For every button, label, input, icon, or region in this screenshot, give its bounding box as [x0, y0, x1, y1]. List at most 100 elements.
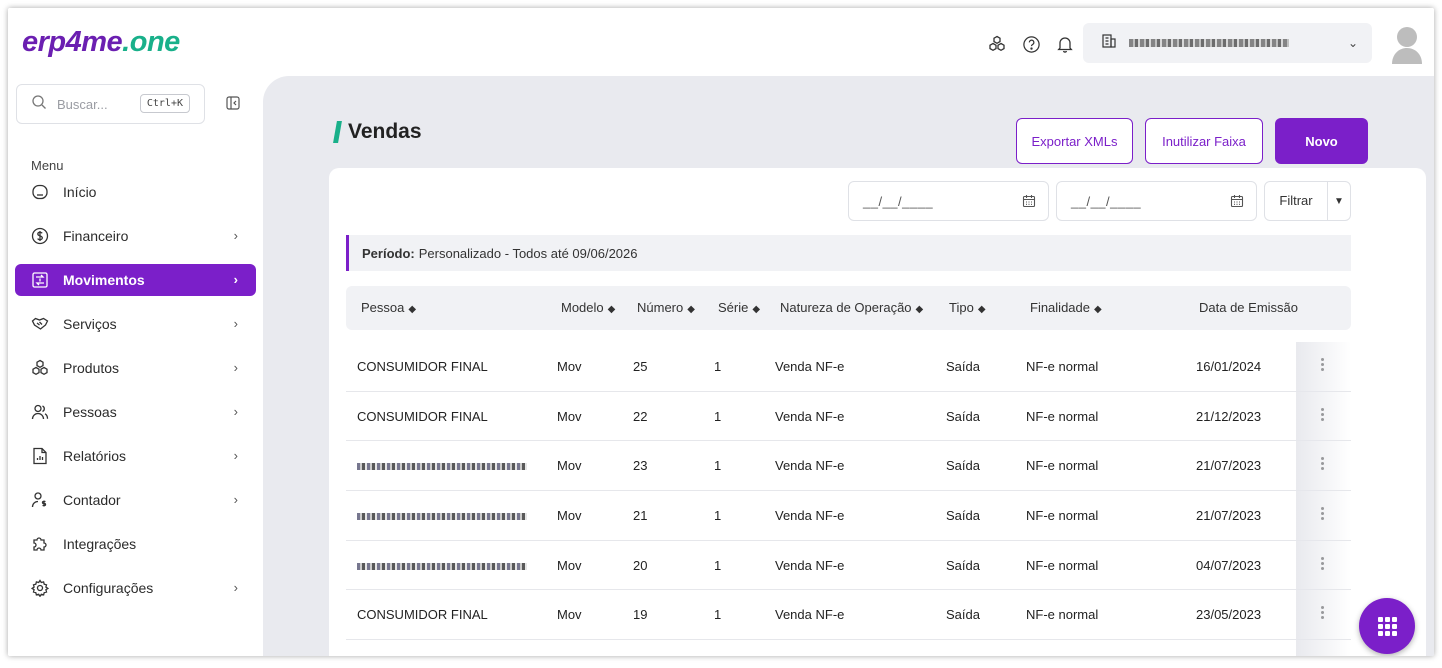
cell-serie: 1 [714, 458, 722, 474]
column-header-finalidade[interactable]: Finalidade ◆ [1030, 300, 1102, 315]
chevron-right-icon: › [233, 404, 238, 419]
sidebar-item-label: Integrações [63, 536, 137, 552]
sidebar-item-relatorios[interactable]: Relatórios › [15, 440, 256, 472]
gear-icon [31, 579, 49, 597]
row-actions-kebab-icon[interactable] [1321, 606, 1325, 621]
row-actions-kebab-icon[interactable] [1321, 556, 1325, 572]
cell-data: 23/05/2023 [1196, 607, 1262, 623]
column-header-serie[interactable]: Série ◆ [718, 300, 760, 315]
apps-fab-button[interactable] [1359, 598, 1415, 654]
chevron-right-icon: › [233, 228, 238, 243]
dollar-icon [31, 227, 49, 245]
column-header-modelo[interactable]: Modelo ◆ [561, 300, 615, 315]
cell-serie: 1 [714, 557, 722, 573]
company-selector[interactable]: ⌄ [1083, 23, 1372, 63]
cell-finalidade: NF-e normal [1026, 607, 1099, 623]
users-icon [31, 403, 49, 421]
sidebar-item-servicos[interactable]: Serviços › [15, 308, 256, 340]
page-title-text: Vendas [348, 120, 422, 143]
sidebar-item-configuracoes[interactable]: Configurações › [15, 572, 256, 604]
date-to-field[interactable]: __/__/____ [1056, 181, 1257, 221]
cell-natureza: Venda NF-e [775, 508, 845, 524]
export-xmls-button[interactable]: Exportar XMLs [1016, 118, 1133, 164]
cell-data: 21/07/2023 [1196, 458, 1262, 474]
filter-button[interactable]: Filtrar [1265, 182, 1328, 220]
cell-numero: 20 [633, 557, 648, 573]
table-row[interactable]: Mov 20 1 Venda NF-e Saída NF-e normal 04/07/20… [346, 541, 1351, 591]
collapse-sidebar-icon[interactable] [226, 96, 240, 110]
sidebar-item-produtos[interactable]: Produtos › [15, 352, 256, 384]
cell-data: 16/01/2024 [1196, 359, 1262, 374]
sidebar-item-financeiro[interactable]: Financeiro › [15, 220, 256, 252]
search-input[interactable]: Buscar... [57, 97, 108, 112]
column-header-pessoa[interactable]: Pessoa ◆ [361, 300, 416, 315]
modules-icon[interactable] [987, 34, 1007, 54]
date-to-input[interactable]: __/__/____ [1071, 194, 1141, 209]
period-banner: Período: Personalizado - Todos até 09/06… [346, 235, 1351, 271]
novo-button[interactable]: Novo [1275, 118, 1368, 164]
column-header-data-emissao[interactable]: Data de Emissão [1199, 300, 1298, 315]
sidebar-item-movimentos[interactable]: Movimentos › [15, 264, 256, 296]
report-icon [31, 447, 49, 465]
sort-icon: ◆ [752, 304, 761, 315]
cell-tipo: Saída [946, 458, 980, 474]
calendar-icon[interactable] [1022, 194, 1036, 208]
accountant-icon [31, 491, 49, 509]
cell-pessoa: CONSUMIDOR FINAL [357, 408, 488, 424]
sidebar-item-label: Serviços [63, 316, 117, 332]
cell-numero: 21 [633, 508, 648, 524]
row-actions-kebab-icon[interactable] [1321, 457, 1325, 472]
cell-tipo: Saída [946, 557, 980, 573]
table-row[interactable]: CONSUMIDOR FINAL Mov 19 1 Venda NF-e Saída NF-… [346, 590, 1351, 641]
chevron-right-icon: › [233, 272, 238, 287]
column-header-natureza[interactable]: Natureza de Operação ◆ [780, 300, 923, 315]
table-row[interactable]: CONSUMIDOR FINAL Mov 25 1 Venda NF-e Saída NF-… [346, 342, 1351, 392]
table-row[interactable]: Mov 23 1 Venda NF-e Saída NF-e normal 21/07/20… [346, 441, 1351, 492]
cell-finalidade: NF-e normal [1026, 359, 1099, 374]
sidebar-item-integracoes[interactable]: Integrações [15, 528, 256, 560]
chevron-right-icon: › [233, 492, 238, 507]
row-actions-kebab-icon[interactable] [1321, 507, 1325, 522]
calendar-icon[interactable] [1230, 194, 1244, 208]
cell-finalidade: NF-e normal [1026, 458, 1099, 474]
date-from-field[interactable]: __/__/____ [848, 181, 1049, 221]
app-logo[interactable]: erp4me.one [22, 26, 180, 59]
column-header-tipo[interactable]: Tipo ◆ [949, 300, 986, 315]
sidebar-item-label: Contador [63, 492, 121, 508]
search-icon [31, 94, 47, 115]
bell-icon[interactable] [1055, 34, 1075, 54]
row-actions-kebab-icon[interactable] [1321, 407, 1325, 423]
cell-tipo: Saída [946, 359, 980, 374]
caret-down-icon[interactable]: ▼ [1328, 196, 1350, 207]
sort-icon: ◆ [1094, 304, 1102, 315]
logo-text-suffix: .one [122, 26, 180, 58]
cell-pessoa [357, 558, 527, 573]
redacted-name [357, 513, 527, 521]
help-icon[interactable] [1021, 34, 1041, 54]
sidebar-item-inicio[interactable]: Início [15, 176, 256, 208]
sidebar-item-contador[interactable]: Contador › [15, 484, 256, 516]
cell-tipo: Saída [946, 607, 980, 623]
sidebar-item-pessoas[interactable]: Pessoas › [15, 396, 256, 428]
search-box[interactable]: Buscar... Ctrl+K [16, 84, 205, 124]
table-row[interactable]: CONSUMIDOR FINAL Mov 22 1 Venda NF-e Saída NF-… [346, 392, 1351, 442]
sidebar: Buscar... Ctrl+K Menu Início Financeiro … [8, 76, 263, 656]
sort-icon: ◆ [687, 304, 695, 315]
cell-modelo: Mov [557, 458, 582, 474]
user-avatar[interactable] [1390, 22, 1424, 64]
date-from-input[interactable]: __/__/____ [863, 194, 933, 209]
inutilizar-faixa-button[interactable]: Inutilizar Faixa [1145, 118, 1263, 164]
table-row[interactable]: Mov 21 1 Venda NF-e Saída NF-e normal 21/07/20… [346, 491, 1351, 541]
column-header-numero[interactable]: Número ◆ [637, 300, 695, 315]
cell-data: 21/07/2023 [1196, 508, 1262, 524]
top-bar: erp4me.one ⌄ [8, 8, 1434, 76]
building-icon [1101, 33, 1117, 54]
cell-modelo: Mov [557, 508, 582, 524]
row-actions-kebab-icon[interactable] [1321, 358, 1325, 373]
chevron-right-icon: › [233, 448, 238, 463]
cell-data: 21/12/2023 [1196, 408, 1262, 424]
cell-pessoa: CONSUMIDOR FINAL [357, 359, 488, 374]
redacted-name [357, 463, 527, 471]
transfer-icon [31, 271, 49, 289]
chevron-right-icon: › [233, 316, 238, 331]
